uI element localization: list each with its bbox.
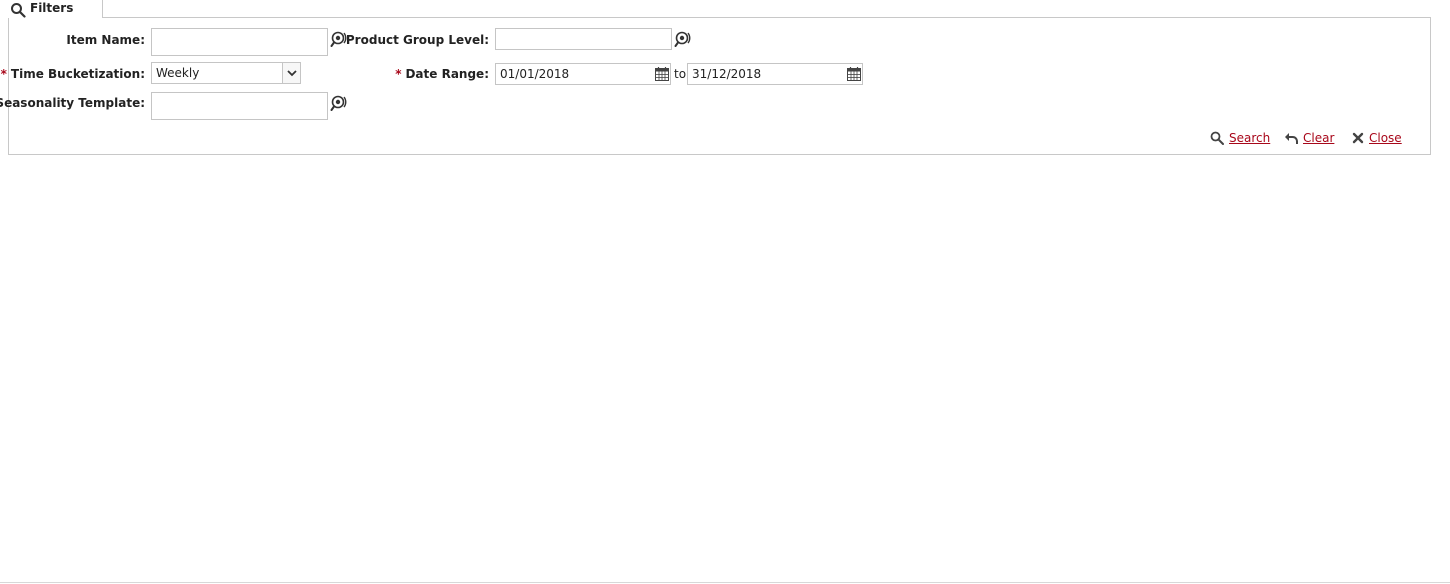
time-bucketization-value: Weekly [156, 66, 200, 80]
calendar-icon[interactable] [654, 66, 670, 82]
seasonality-template-label-text: Seasonality Template: [0, 96, 145, 110]
date-range-label: * Date Range: [395, 66, 489, 82]
item-name-input[interactable] [151, 28, 328, 56]
item-name-label-text: Item Name: [66, 33, 145, 47]
time-bucketization-label: * Time Bucketization: [1, 66, 145, 82]
tab-label: Filters [30, 1, 74, 15]
search-icon [11, 3, 26, 18]
product-group-level-label-text: Product Group Level: [345, 33, 489, 47]
close-link[interactable]: Close [1369, 130, 1402, 146]
required-marker: * [0, 67, 7, 81]
date-range-to-input[interactable] [687, 63, 863, 85]
product-group-level-input[interactable] [495, 28, 672, 50]
seasonality-template-label: *Seasonality Template: [0, 95, 145, 111]
date-range-label-text: Date Range: [405, 67, 489, 81]
clear-link[interactable]: Clear [1303, 130, 1334, 146]
bottom-divider [0, 582, 1450, 583]
date-range-to-label: to [674, 67, 687, 81]
item-name-label: Item Name: [66, 32, 145, 48]
date-range-from-input[interactable] [495, 63, 671, 85]
search-link[interactable]: Search [1229, 130, 1270, 146]
time-bucketization-select[interactable]: Weekly [151, 62, 301, 84]
required-marker: * [395, 67, 402, 81]
search-icon [1210, 131, 1224, 145]
product-group-level-label: Product Group Level: [346, 32, 489, 48]
seasonality-lookup-icon[interactable] [330, 94, 348, 112]
filters-tab[interactable]: Filters [0, 0, 103, 18]
time-bucketization-label-text: Time Bucketization: [10, 67, 145, 81]
dropdown-arrow[interactable] [282, 63, 300, 83]
chevron-down-icon [287, 70, 297, 77]
product-group-lookup-icon[interactable] [674, 30, 692, 48]
calendar-icon[interactable] [846, 66, 862, 82]
seasonality-template-input[interactable] [151, 92, 328, 120]
close-icon [1352, 132, 1364, 144]
undo-arrow-icon [1285, 133, 1298, 144]
